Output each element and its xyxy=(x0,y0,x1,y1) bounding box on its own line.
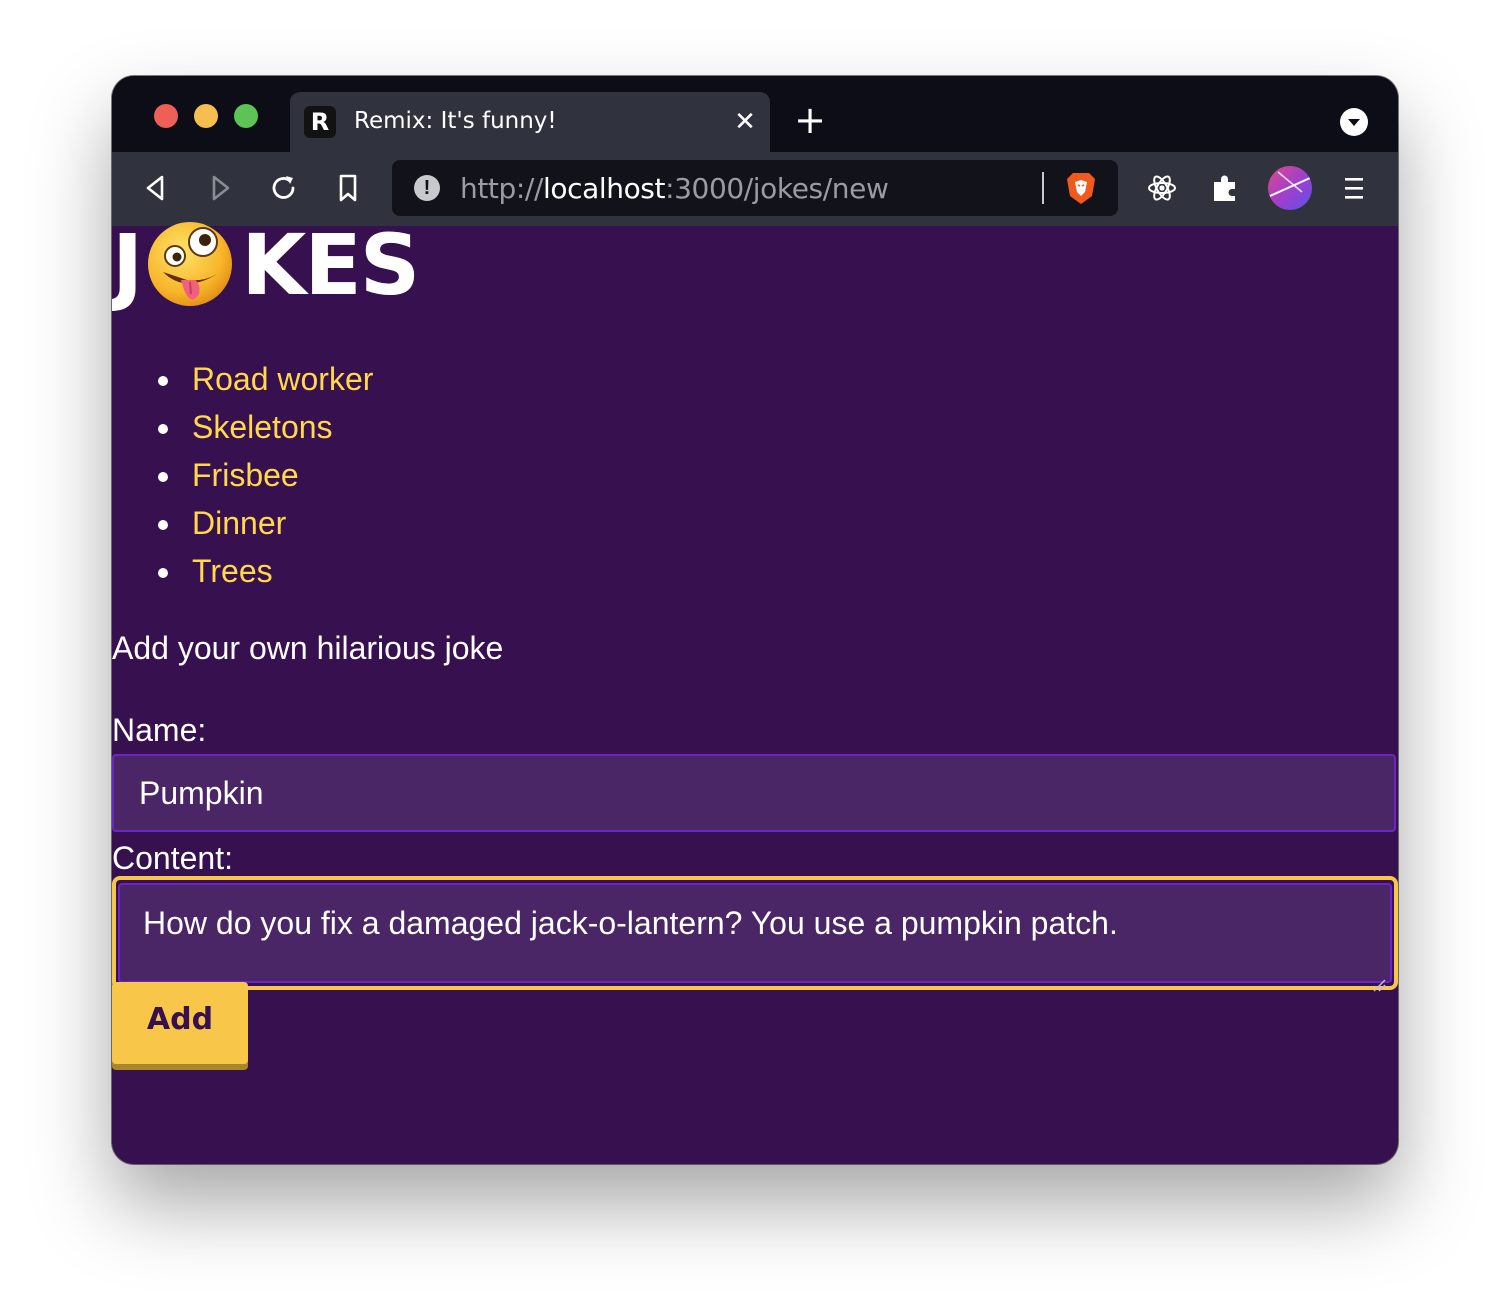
content-textarea[interactable]: How do you fix a damaged jack-o-lantern?… xyxy=(118,883,1392,992)
browser-tab[interactable]: R Remix: It's funny! ✕ xyxy=(290,92,770,152)
close-window-button[interactable] xyxy=(154,104,178,128)
url-host: localhost xyxy=(542,172,666,205)
reload-icon[interactable] xyxy=(266,170,302,206)
list-item: Skeletons xyxy=(112,406,373,454)
extensions-icon[interactable] xyxy=(1206,168,1246,208)
browser-toolbar: ! http://localhost:3000/jokes/new xyxy=(112,152,1398,226)
tab-title: Remix: It's funny! xyxy=(354,108,557,134)
browser-window: R Remix: It's funny! ✕ + ! http://localh… xyxy=(112,76,1398,1164)
new-tab-button[interactable]: + xyxy=(792,101,828,139)
zany-face-emoji-icon xyxy=(145,220,235,310)
brave-shields-icon[interactable] xyxy=(1064,170,1098,206)
back-icon[interactable] xyxy=(138,170,174,206)
add-button[interactable]: Add xyxy=(112,982,248,1064)
logo-letter-j: J xyxy=(112,216,143,314)
list-item: Frisbee xyxy=(112,454,373,502)
resize-grip-icon[interactable] xyxy=(1372,963,1386,992)
url-text[interactable]: http://localhost:3000/jokes/new xyxy=(460,172,889,205)
menu-icon[interactable] xyxy=(1334,168,1374,208)
react-devtools-icon[interactable] xyxy=(1142,168,1182,208)
list-item: Trees xyxy=(112,550,373,598)
joke-link[interactable]: Frisbee xyxy=(192,457,299,493)
joke-link[interactable]: Trees xyxy=(192,553,273,589)
joke-link[interactable]: Road worker xyxy=(192,361,373,397)
remix-favicon-icon: R xyxy=(304,106,336,138)
page-content: J KES Road worker Skeletons Frisbee Dinn… xyxy=(112,216,1398,1164)
name-input[interactable]: Pumpkin xyxy=(112,754,1396,832)
url-divider xyxy=(1042,172,1044,204)
tab-strip: R Remix: It's funny! ✕ + xyxy=(112,76,1398,152)
tab-close-icon[interactable]: ✕ xyxy=(730,107,760,137)
url-path: :3000/jokes/new xyxy=(665,172,889,205)
site-info-icon[interactable]: ! xyxy=(414,175,440,201)
list-item: Road worker xyxy=(112,358,373,406)
logo-letters-kes: KES xyxy=(241,216,420,314)
list-item: Dinner xyxy=(112,502,373,550)
address-bar[interactable]: ! http://localhost:3000/jokes/new xyxy=(392,160,1118,216)
profile-avatar[interactable] xyxy=(1268,166,1312,210)
joke-link[interactable]: Dinner xyxy=(192,505,286,541)
forward-icon[interactable] xyxy=(202,170,238,206)
bookmark-icon[interactable] xyxy=(330,170,366,206)
minimize-window-button[interactable] xyxy=(194,104,218,128)
name-label: Name: xyxy=(112,712,207,748)
content-focus-ring: How do you fix a damaged jack-o-lantern?… xyxy=(112,876,1398,992)
joke-link[interactable]: Skeletons xyxy=(192,409,333,445)
jokes-logo[interactable]: J KES xyxy=(112,216,420,314)
tab-menu-icon[interactable] xyxy=(1340,108,1368,136)
content-label: Content: xyxy=(112,840,233,876)
jokes-list: Road worker Skeletons Frisbee Dinner Tre… xyxy=(112,358,373,598)
content-text: How do you fix a damaged jack-o-lantern?… xyxy=(143,905,1118,941)
url-scheme: http:// xyxy=(460,172,543,205)
zoom-window-button[interactable] xyxy=(234,104,258,128)
page-subtitle: Add your own hilarious joke xyxy=(112,630,504,666)
